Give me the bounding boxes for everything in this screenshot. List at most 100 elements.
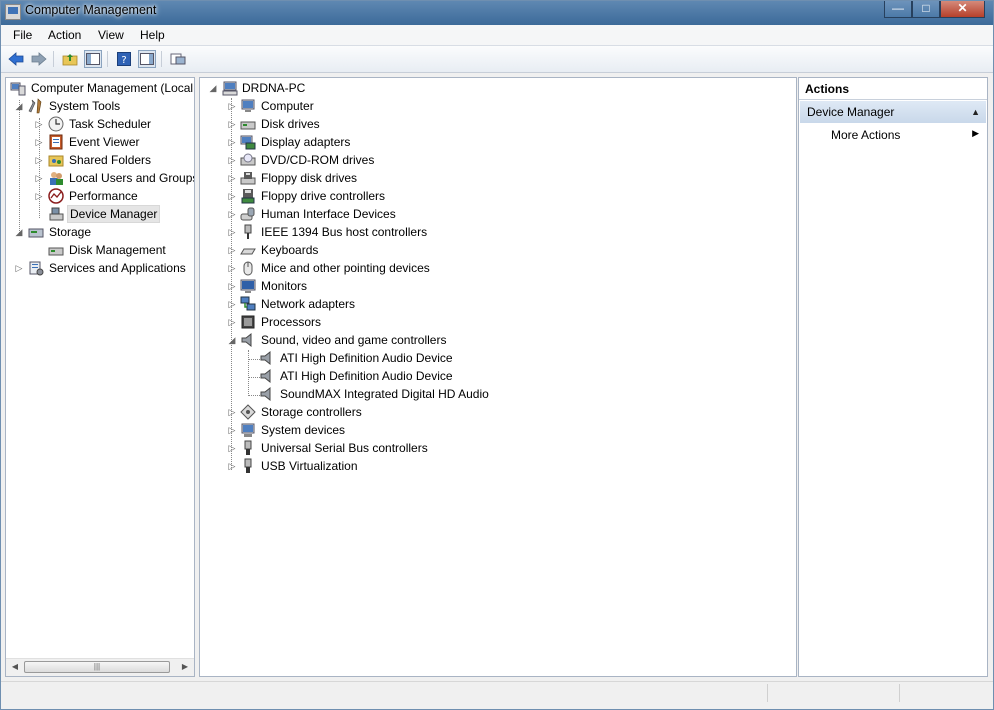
computer-management-window: Computer Management — □ ✕ File Action Vi… — [0, 0, 994, 710]
device-category-label: Keyboards — [261, 243, 319, 257]
expand-arrow-icon[interactable]: ▷ — [227, 259, 237, 277]
usb-icon — [240, 440, 256, 456]
device-category-label: System devices — [261, 423, 346, 437]
scroll-left-arrow-icon[interactable]: ◀ — [8, 661, 22, 673]
menu-help[interactable]: Help — [140, 28, 165, 42]
actions-group-device-manager[interactable]: Device Manager ▲ — [800, 101, 986, 123]
maximize-button[interactable]: □ — [912, 1, 940, 18]
event-viewer-icon — [48, 134, 64, 150]
menu-file[interactable]: File — [13, 28, 32, 42]
minimize-button[interactable]: — — [884, 1, 912, 18]
expand-arrow-icon[interactable]: ▷ — [34, 133, 44, 151]
device-item-label: SoundMAX Integrated Digital HD Audio — [280, 387, 489, 401]
system-devices-icon — [240, 422, 256, 438]
disk-drive-icon — [240, 116, 256, 132]
device-category-label: Universal Serial Bus controllers — [261, 441, 428, 455]
collapse-arrow-icon[interactable]: ◢ — [14, 97, 24, 115]
tree-item-label: Computer Management (Local — [31, 81, 194, 95]
device-tree-root-label: DRDNA-PC — [242, 81, 306, 95]
close-button[interactable]: ✕ — [940, 1, 985, 18]
expand-arrow-icon[interactable]: ▷ — [14, 259, 24, 277]
expand-arrow-icon[interactable]: ▷ — [227, 115, 237, 133]
show-hide-action-pane-icon[interactable] — [138, 50, 156, 68]
expand-arrow-icon[interactable]: ▷ — [227, 169, 237, 187]
expand-arrow-icon[interactable]: ▷ — [227, 313, 237, 331]
scroll-thumb[interactable]: ||| — [24, 661, 170, 673]
expand-arrow-icon[interactable]: ▷ — [227, 205, 237, 223]
expand-arrow-icon[interactable]: ▷ — [227, 277, 237, 295]
toolbar-separator — [161, 51, 162, 67]
expand-arrow-icon[interactable]: ▷ — [34, 151, 44, 169]
status-segment — [899, 684, 990, 702]
device-category-label: USB Virtualization — [261, 459, 358, 473]
ieee1394-icon — [240, 224, 256, 240]
expand-arrow-icon[interactable]: ▷ — [34, 187, 44, 205]
expand-arrow-icon[interactable]: ▷ — [227, 439, 237, 457]
storage-controller-icon — [240, 404, 256, 420]
device-category-label: Mice and other pointing devices — [261, 261, 430, 275]
tree-item-label: Event Viewer — [69, 135, 140, 149]
window-title: Computer Management — [25, 3, 157, 17]
speaker-icon — [259, 386, 275, 402]
expand-arrow-icon[interactable]: ▷ — [34, 115, 44, 133]
tree-item-label: System Tools — [49, 99, 121, 113]
back-arrow-icon[interactable] — [7, 50, 25, 68]
forward-arrow-icon[interactable] — [30, 50, 48, 68]
device-category-label: Sound, video and game controllers — [261, 333, 447, 347]
expand-arrow-icon[interactable]: ▷ — [227, 241, 237, 259]
expand-arrow-icon[interactable]: ▷ — [227, 97, 237, 115]
device-category-label: Computer — [261, 99, 314, 113]
keyboard-icon — [240, 242, 256, 258]
horizontal-scrollbar[interactable]: ◀ ||| ▶ — [6, 658, 194, 676]
device-category-label: Monitors — [261, 279, 308, 293]
collapse-triangle-icon[interactable]: ▲ — [971, 101, 980, 123]
collapse-arrow-icon[interactable]: ◢ — [208, 79, 218, 97]
tree-line — [19, 100, 20, 235]
collapse-arrow-icon[interactable]: ◢ — [227, 331, 237, 349]
submenu-arrow-icon[interactable]: ▶ — [972, 128, 979, 139]
scroll-right-arrow-icon[interactable]: ▶ — [178, 661, 192, 673]
processor-icon — [240, 314, 256, 330]
console-tree[interactable]: Computer Management (Local ◢ System Tool… — [5, 77, 195, 677]
usb-icon — [240, 458, 256, 474]
task-scheduler-icon — [48, 116, 64, 132]
expand-arrow-icon[interactable]: ▷ — [227, 223, 237, 241]
expand-arrow-icon[interactable]: ▷ — [227, 133, 237, 151]
device-tree[interactable]: ◢ DRDNA-PC ▷ Computer ▷ Disk drives ▷ Di… — [199, 77, 797, 677]
more-actions-link[interactable]: More Actions — [831, 128, 900, 142]
dvd-drive-icon — [240, 152, 256, 168]
hid-icon — [240, 206, 256, 222]
title-bar[interactable]: Computer Management — □ ✕ — [1, 1, 993, 25]
device-category-label: Human Interface Devices — [261, 207, 396, 221]
status-segment — [767, 684, 898, 702]
menu-action[interactable]: Action — [48, 28, 81, 42]
expand-arrow-icon[interactable]: ▷ — [227, 295, 237, 313]
mouse-icon — [240, 260, 256, 276]
shared-folders-icon — [48, 152, 64, 168]
speaker-icon — [240, 332, 256, 348]
expand-arrow-icon[interactable]: ▷ — [227, 187, 237, 205]
device-category-label: Disk drives — [261, 117, 320, 131]
menu-view[interactable]: View — [98, 28, 124, 42]
properties-icon[interactable] — [169, 50, 187, 68]
collapse-arrow-icon[interactable]: ◢ — [14, 223, 24, 241]
computer-management-icon — [10, 80, 26, 96]
device-item-label: ATI High Definition Audio Device — [280, 369, 453, 383]
expand-arrow-icon[interactable]: ▷ — [227, 151, 237, 169]
device-category-label: Processors — [261, 315, 322, 329]
help-icon[interactable]: ? — [115, 50, 133, 68]
app-icon[interactable] — [5, 4, 21, 20]
expand-arrow-icon[interactable]: ▷ — [227, 403, 237, 421]
expand-arrow-icon[interactable]: ▷ — [227, 457, 237, 475]
expand-arrow-icon[interactable]: ▷ — [34, 169, 44, 187]
up-folder-icon[interactable] — [61, 50, 79, 68]
svg-text:?: ? — [121, 55, 126, 66]
floppy-controller-icon — [240, 188, 256, 204]
show-hide-console-tree-icon[interactable] — [84, 50, 102, 68]
device-category-label: Floppy disk drives — [261, 171, 358, 185]
display-adapter-icon — [240, 134, 256, 150]
device-manager-icon — [48, 206, 64, 222]
actions-header: Actions — [799, 78, 987, 100]
expand-arrow-icon[interactable]: ▷ — [227, 421, 237, 439]
menu-bar: File Action View Help — [1, 25, 993, 46]
